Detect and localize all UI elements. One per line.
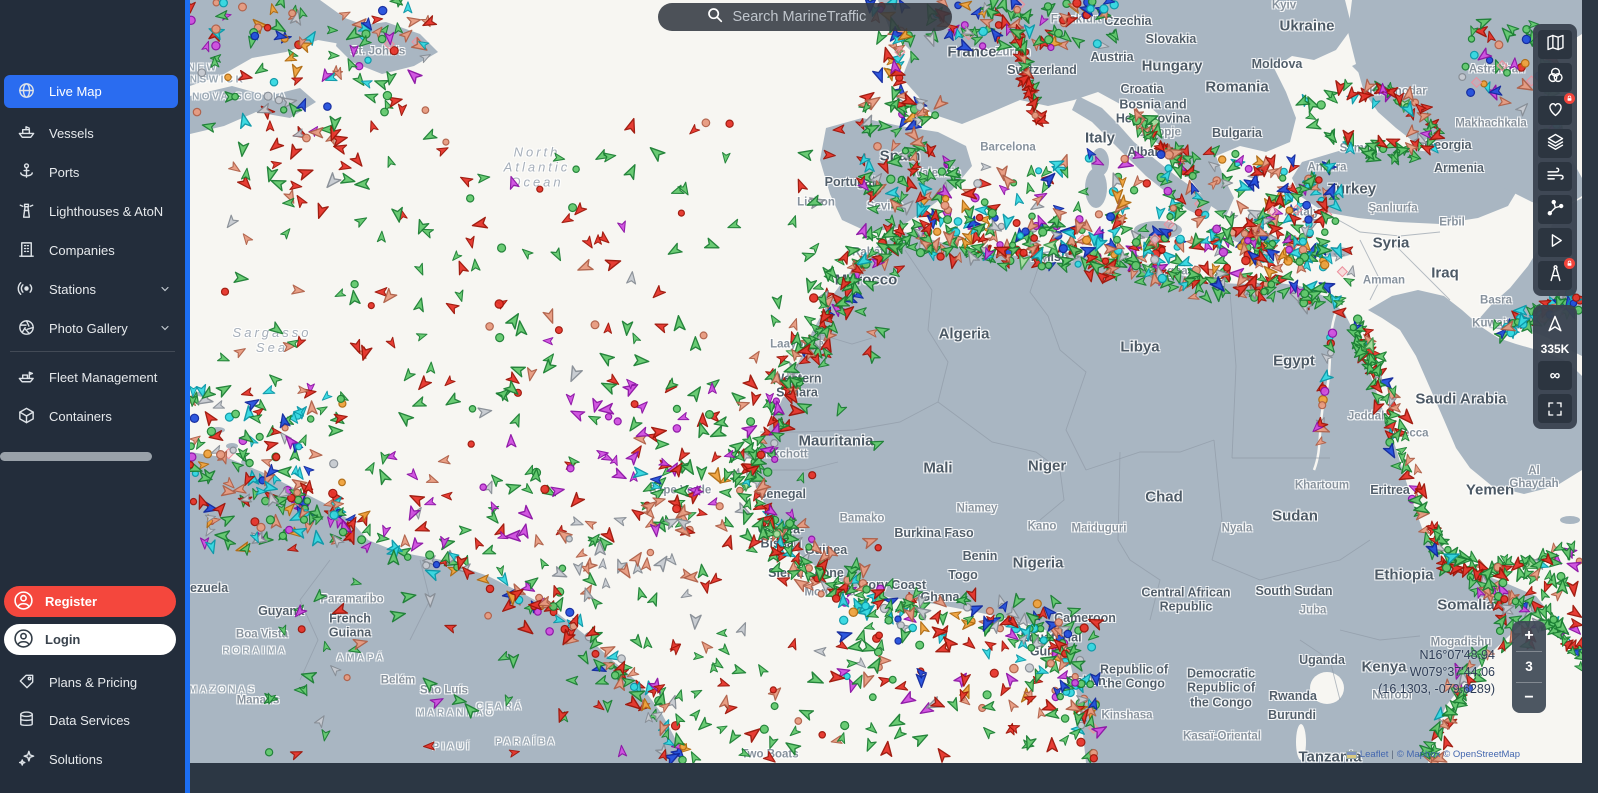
sidebar-item-lighthouses-aton[interactable]: Lighthouses & AtoN (0, 195, 185, 228)
tools-button[interactable] (1538, 258, 1575, 290)
compass-icon (1545, 263, 1566, 289)
sidebar-item-stations[interactable]: Stations (0, 273, 185, 306)
sidebar-item-label: Companies (49, 243, 115, 258)
routes-button[interactable] (1538, 195, 1572, 224)
tag-icon (17, 672, 36, 694)
leaflet-link[interactable]: Leaflet (1360, 749, 1389, 760)
search-bar[interactable] (658, 3, 952, 31)
lock-icon (1564, 258, 1575, 269)
search-icon (706, 6, 723, 28)
sidebar: Live Map Vessels Ports Lighthouses & AtoN Co… (0, 0, 185, 793)
play-icon (1545, 230, 1566, 256)
person-circle-icon (13, 628, 34, 652)
sidebar-divider (10, 351, 175, 352)
map-tools-panel (1533, 24, 1577, 296)
zoom-level: 3 (1525, 659, 1533, 674)
fleet-icon (17, 367, 36, 389)
zoom-control: + 3 − (1512, 621, 1546, 713)
heart-icon (1545, 98, 1566, 124)
chevron-down-icon (159, 283, 171, 298)
sidebar-item-plans-pricing[interactable]: Plans & Pricing (0, 666, 185, 699)
sidebar-item-solutions[interactable]: Solutions (0, 743, 185, 776)
sidebar-item-companies[interactable]: Companies (0, 234, 185, 267)
map-attribution: Leaflet | © Mapbox © OpenStreetMap (1345, 749, 1520, 760)
sidebar-item-label: Stations (49, 282, 96, 297)
wind-icon (1545, 164, 1566, 190)
search-input[interactable] (730, 8, 905, 26)
sidebar-item-photo-gallery[interactable]: Photo Gallery (0, 312, 185, 345)
sidebar-item-label: Photo Gallery (49, 321, 128, 336)
map-land-layer (190, 0, 1582, 763)
marinetraffic-live-map-page: Live Map Vessels Ports Lighthouses & AtoN Co… (0, 0, 1598, 793)
database-icon (17, 710, 36, 732)
layers-button[interactable] (1538, 129, 1572, 158)
mapbox-link[interactable]: © Mapbox (1397, 749, 1440, 760)
infinity-icon: ∞ (1549, 367, 1561, 384)
lock-icon (1564, 93, 1575, 104)
vessel-count-panel: 335K ∞ (1533, 305, 1577, 429)
map-style-button[interactable] (1538, 30, 1572, 59)
cursor-arrow-icon (1538, 311, 1572, 337)
fullscreen-icon (1548, 401, 1562, 416)
zoom-out-button[interactable]: − (1512, 683, 1546, 713)
layers-icon (1545, 131, 1566, 157)
sidebar-item-live-map[interactable]: Live Map (4, 75, 178, 108)
fullscreen-button[interactable] (1538, 394, 1572, 423)
flag-icon (1345, 750, 1357, 759)
sidebar-item-data-services[interactable]: Data Services (0, 704, 185, 737)
unlimited-vessels-button[interactable]: ∞ (1538, 361, 1572, 390)
playback-button[interactable] (1538, 228, 1572, 257)
register-button[interactable]: Register (4, 586, 176, 617)
bottom-bar (190, 763, 1598, 793)
sidebar-item-label: Fleet Management (49, 370, 158, 385)
sidebar-item-ports[interactable]: Ports (0, 156, 185, 189)
sidebar-item-containers[interactable]: Containers (0, 400, 185, 433)
route-icon (1545, 197, 1566, 223)
venn-icon (1545, 65, 1566, 91)
sidebar-item-label: Live Map (49, 84, 102, 99)
density-maps-button[interactable] (1538, 63, 1572, 92)
sidebar-item-label: Data Services (49, 713, 130, 728)
cube-icon (17, 406, 36, 428)
weather-button[interactable] (1538, 162, 1572, 191)
person-circle-icon (13, 590, 34, 614)
sidebar-accent-strip (185, 0, 190, 793)
anchor-icon (17, 162, 36, 184)
zoom-in-button[interactable]: + (1512, 621, 1546, 651)
right-edge-strip (1582, 0, 1598, 793)
sidebar-item-label: Lighthouses & AtoN (49, 204, 164, 219)
sparkles-icon (17, 749, 36, 771)
my-fleets-button[interactable] (1538, 93, 1575, 125)
broadcast-icon (17, 279, 36, 301)
sidebar-item-label: Solutions (49, 752, 103, 767)
vessel-count-badge: 335K (1540, 342, 1570, 356)
sidebar-item-label: Plans & Pricing (49, 675, 138, 690)
map-icon (1545, 32, 1566, 58)
login-button[interactable]: Login (4, 624, 176, 655)
sidebar-item-fleet-management[interactable]: Fleet Management (0, 361, 185, 394)
sidebar-item-label: Ports (49, 165, 80, 180)
sidebar-item-vessels[interactable]: Vessels (0, 117, 185, 150)
building-icon (17, 240, 36, 262)
map-canvas[interactable]: France Spain Italy Turkey Ukraine Morocco Alge… (190, 0, 1582, 763)
sidebar-item-label: Vessels (49, 126, 94, 141)
lighthouse-icon (17, 201, 36, 223)
chevron-down-icon (159, 322, 171, 337)
sidebar-item-label: Containers (49, 409, 112, 424)
osm-link[interactable]: © OpenStreetMap (1443, 749, 1520, 760)
sidebar-scrollbar-thumb[interactable] (0, 452, 152, 461)
aperture-icon (17, 318, 36, 340)
globe-icon (17, 81, 36, 103)
ship-icon (17, 123, 36, 145)
